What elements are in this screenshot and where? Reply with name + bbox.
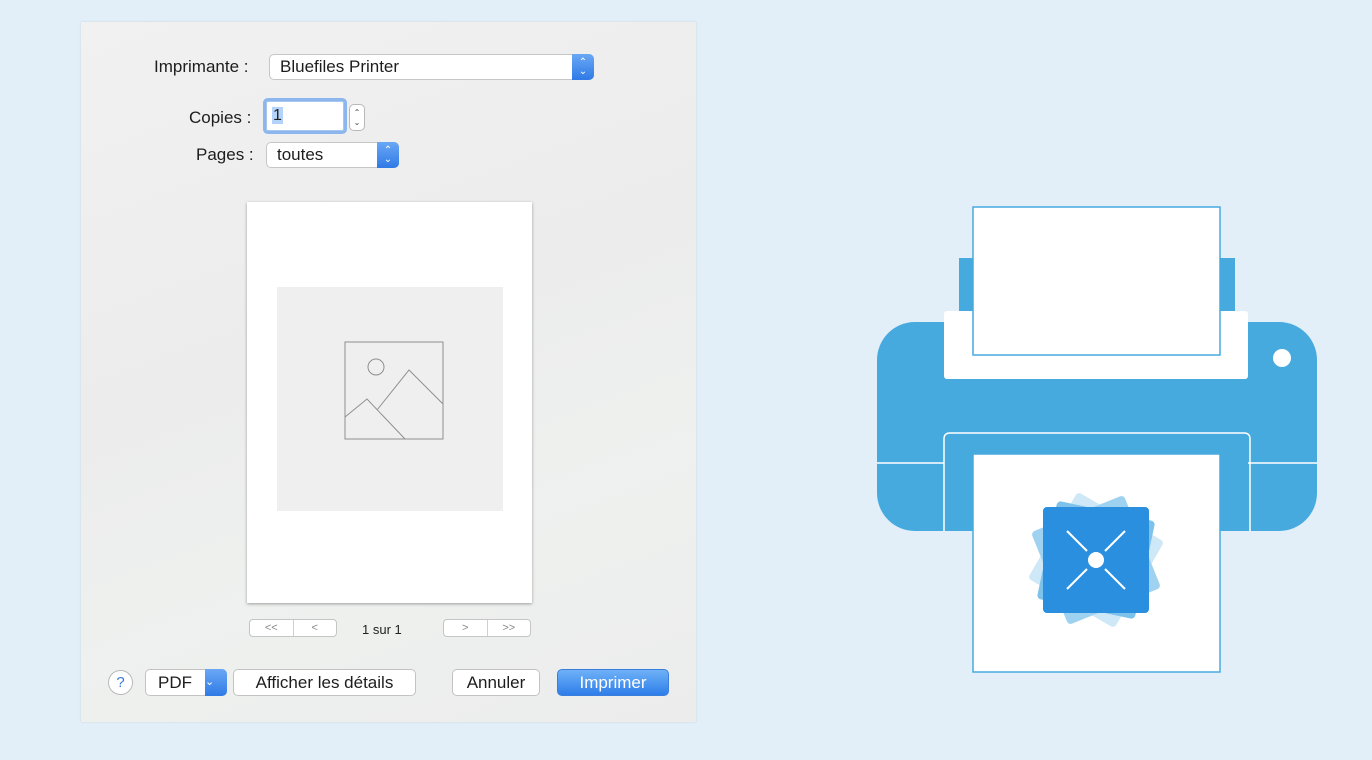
copies-stepper[interactable]: ⌃ ⌄ bbox=[349, 104, 365, 131]
pages-select-value: toutes bbox=[277, 145, 324, 164]
pager-back-group: << < bbox=[249, 619, 337, 637]
printer-label: Imprimante : bbox=[154, 57, 249, 76]
chevron-down-icon: ⌄ bbox=[353, 117, 361, 127]
pdf-menu-button[interactable]: PDF ⌄ bbox=[145, 669, 227, 696]
page-status: 1 sur 1 bbox=[362, 622, 402, 637]
image-placeholder-icon bbox=[277, 287, 503, 511]
pages-select[interactable]: toutes ⌃ ⌄ bbox=[266, 142, 399, 168]
up-down-arrows-icon: ⌃ ⌄ bbox=[377, 142, 399, 168]
printer-illustration bbox=[876, 206, 1318, 681]
show-details-button[interactable]: Afficher les détails bbox=[233, 669, 416, 696]
printer-select-value: Bluefiles Printer bbox=[280, 57, 400, 76]
pager-forward-group: > >> bbox=[443, 619, 531, 637]
pages-row: Pages : bbox=[196, 145, 254, 165]
copies-label: Copies : bbox=[189, 108, 252, 127]
printer-row: Imprimante : bbox=[154, 57, 248, 77]
help-button[interactable]: ? bbox=[108, 670, 133, 695]
printer-icon bbox=[877, 206, 1317, 673]
printer-select[interactable]: Bluefiles Printer ⌃ ⌄ bbox=[269, 54, 594, 80]
print-preview-page bbox=[247, 202, 532, 603]
chevron-down-icon: ⌄ bbox=[205, 669, 227, 696]
cancel-button[interactable]: Annuler bbox=[452, 669, 540, 696]
next-page-button[interactable]: > bbox=[444, 620, 487, 636]
first-page-button[interactable]: << bbox=[250, 620, 293, 636]
previous-page-button[interactable]: < bbox=[292, 620, 337, 636]
up-down-arrows-icon: ⌃ ⌄ bbox=[572, 54, 594, 80]
pages-label: Pages : bbox=[196, 145, 254, 164]
last-page-button[interactable]: >> bbox=[486, 620, 531, 636]
copies-row: Copies : bbox=[189, 108, 251, 128]
copies-input[interactable]: 1 bbox=[266, 101, 344, 131]
print-button[interactable]: Imprimer bbox=[557, 669, 669, 696]
chevron-up-icon: ⌃ bbox=[353, 107, 361, 117]
pdf-button-label: PDF bbox=[158, 673, 192, 692]
copies-input-value: 1 bbox=[272, 107, 283, 124]
